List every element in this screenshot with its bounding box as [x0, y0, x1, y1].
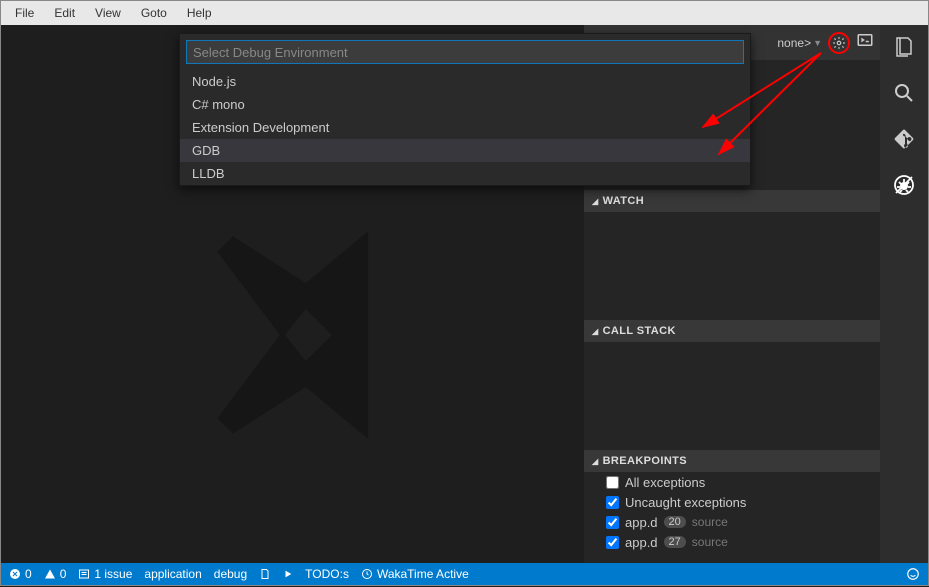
quickpick-item[interactable]: Node.js — [180, 70, 750, 93]
bp-checkbox[interactable] — [606, 516, 619, 529]
bp-label: All exceptions — [625, 475, 705, 490]
watch-section: ◢ WATCH — [584, 190, 880, 320]
quickpick: Node.jsC# monoExtension DevelopmentGDBLL… — [179, 33, 751, 186]
clock-icon — [361, 568, 373, 580]
status-file-icon[interactable] — [259, 568, 271, 580]
files-icon — [892, 35, 916, 59]
quickpick-item[interactable]: Extension Development — [180, 116, 750, 139]
breakpoints-title: BREAKPOINTS — [603, 455, 687, 467]
breakpoint-item[interactable]: app.d 20 source — [584, 512, 880, 532]
bp-checkbox[interactable] — [606, 536, 619, 549]
breakpoints-section: ◢ BREAKPOINTS All exceptions Uncaught ex… — [584, 450, 880, 552]
bp-checkbox[interactable] — [606, 476, 619, 489]
quickpick-item[interactable]: C# mono — [180, 93, 750, 116]
menubar: File Edit View Goto Help — [1, 1, 928, 25]
search-tab[interactable] — [890, 79, 918, 107]
debug-console-button[interactable] — [856, 31, 874, 54]
watch-title: WATCH — [603, 195, 645, 207]
watch-header[interactable]: ◢ WATCH — [584, 190, 880, 212]
quickpick-item[interactable]: GDB — [180, 139, 750, 162]
gear-icon — [832, 36, 846, 50]
warning-count: 0 — [60, 567, 67, 581]
status-warnings[interactable]: 0 — [44, 567, 67, 581]
callstack-section: ◢ CALL STACK — [584, 320, 880, 450]
breakpoints-body: All exceptions Uncaught exceptions app.d… — [584, 472, 880, 552]
twisty-down-icon: ◢ — [592, 457, 599, 466]
status-issues[interactable]: 1 issue — [78, 567, 132, 581]
bug-icon — [892, 173, 916, 197]
menu-view[interactable]: View — [85, 4, 131, 22]
file-icon — [259, 568, 271, 580]
quickpick-input[interactable] — [186, 40, 744, 64]
issues-label: 1 issue — [94, 567, 132, 581]
menu-file[interactable]: File — [5, 4, 44, 22]
error-count: 0 — [25, 567, 32, 581]
status-errors[interactable]: 0 — [9, 567, 32, 581]
menu-edit[interactable]: Edit — [44, 4, 85, 22]
explorer-tab[interactable] — [890, 33, 918, 61]
warning-icon — [44, 568, 56, 580]
wakatime-label: WakaTime Active — [377, 567, 469, 581]
smiley-icon — [906, 567, 920, 581]
menu-goto[interactable]: Goto — [131, 4, 177, 22]
breakpoint-item[interactable]: app.d 27 source — [584, 532, 880, 552]
bp-label: Uncaught exceptions — [625, 495, 746, 510]
bp-type: source — [692, 515, 728, 529]
bp-line: 27 — [664, 536, 686, 548]
play-icon — [283, 569, 293, 579]
status-play[interactable] — [283, 569, 293, 579]
statusbar: 0 0 1 issue application debug TODO:s Wak… — [1, 563, 928, 585]
breakpoints-header[interactable]: ◢ BREAKPOINTS — [584, 450, 880, 472]
bp-file: app.d — [625, 515, 658, 530]
quickpick-list: Node.jsC# monoExtension DevelopmentGDBLL… — [180, 70, 750, 185]
status-mode[interactable]: debug — [214, 567, 247, 581]
status-feedback[interactable] — [906, 567, 920, 581]
callstack-body[interactable] — [584, 342, 880, 450]
status-todos[interactable]: TODO:s — [305, 567, 349, 581]
debug-config-value: none> — [777, 36, 811, 50]
git-icon — [892, 127, 916, 151]
callstack-title: CALL STACK — [603, 325, 676, 337]
activity-bar — [880, 25, 928, 563]
bp-file: app.d — [625, 535, 658, 550]
status-wakatime[interactable]: WakaTime Active — [361, 567, 469, 581]
git-tab[interactable] — [890, 125, 918, 153]
breakpoint-uncaught-exceptions[interactable]: Uncaught exceptions — [584, 492, 880, 512]
search-icon — [892, 81, 916, 105]
bp-line: 20 — [664, 516, 686, 528]
twisty-down-icon: ◢ — [592, 197, 599, 206]
quickpick-item[interactable]: LLDB — [180, 162, 750, 185]
debug-config-dropdown[interactable]: none> ▼ — [777, 36, 822, 50]
error-icon — [9, 568, 21, 580]
configure-gear-button[interactable] — [828, 32, 850, 54]
watch-body[interactable] — [584, 212, 880, 320]
status-application[interactable]: application — [144, 567, 201, 581]
chevron-down-icon: ▼ — [813, 38, 822, 48]
breakpoint-all-exceptions[interactable]: All exceptions — [584, 472, 880, 492]
callstack-header[interactable]: ◢ CALL STACK — [584, 320, 880, 342]
debug-tab[interactable] — [890, 171, 918, 199]
bp-checkbox[interactable] — [606, 496, 619, 509]
bp-type: source — [692, 535, 728, 549]
twisty-down-icon: ◢ — [592, 327, 599, 336]
console-icon — [856, 31, 874, 49]
menu-help[interactable]: Help — [177, 4, 222, 22]
vscode-logo-watermark — [181, 205, 441, 470]
list-icon — [78, 568, 90, 580]
